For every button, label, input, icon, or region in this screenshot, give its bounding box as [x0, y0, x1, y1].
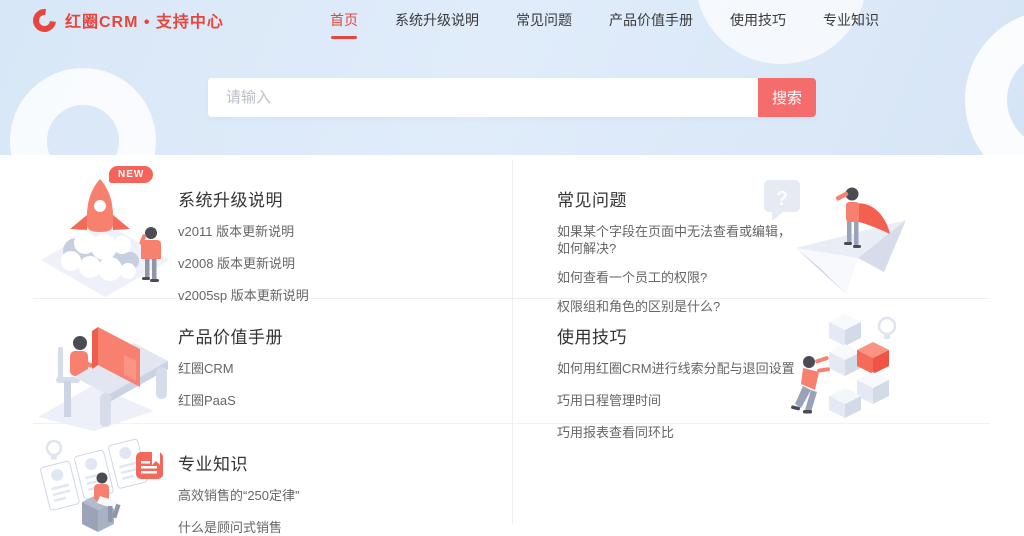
- link-250-rule[interactable]: 高效销售的“250定律”: [178, 487, 512, 504]
- link-lead-assignment[interactable]: 如何用红圈CRM进行线索分配与退回设置: [557, 360, 990, 377]
- search-input[interactable]: [208, 78, 758, 117]
- decor-ring-right: [965, 10, 1024, 155]
- nav-item-expertise[interactable]: 专业知识: [823, 10, 879, 30]
- lightbulb-small-icon: [47, 441, 61, 455]
- nav-item-value-handbook[interactable]: 产品价值手册: [609, 10, 693, 30]
- card-title-upgrade: 系统升级说明: [178, 186, 512, 211]
- card-product-value: 产品价值手册 红圈CRM 红圈PaaS: [33, 299, 513, 424]
- nav-item-upgrade-notes[interactable]: 系统升级说明: [395, 10, 479, 30]
- documents-illustration: [36, 436, 176, 536]
- search-button[interactable]: 搜索: [758, 78, 816, 117]
- lightbulb-icon: [879, 318, 895, 334]
- link-schedule-management[interactable]: 巧用日程管理时间: [557, 392, 990, 409]
- nav-item-home[interactable]: 首页: [330, 10, 358, 30]
- card-system-upgrade: NEW: [33, 160, 513, 299]
- link-hongquan-paas[interactable]: 红圈PaaS: [178, 392, 512, 409]
- link-v2011-notes[interactable]: v2011 版本更新说明: [178, 223, 512, 240]
- new-badge: NEW: [109, 166, 153, 183]
- nav-item-usage-tips[interactable]: 使用技巧: [730, 10, 786, 30]
- nav-item-faq[interactable]: 常见问题: [516, 10, 572, 30]
- red-document-icon: [136, 452, 163, 479]
- link-hongquan-crm[interactable]: 红圈CRM: [178, 360, 512, 377]
- link-v2008-notes[interactable]: v2008 版本更新说明: [178, 255, 512, 272]
- card-title-value: 产品价值手册: [178, 323, 512, 348]
- paper-plane-illustration: ?: [762, 172, 912, 296]
- brand-title: 红圈CRM • 支持中心: [65, 8, 224, 32]
- red-ring-logo-icon: [28, 4, 60, 36]
- content-grid: NEW: [33, 160, 990, 524]
- search-bar: 搜索: [208, 78, 816, 117]
- card-title-tips: 使用技巧: [557, 323, 990, 348]
- main-nav: 首页 系统升级说明 常见问题 产品价值手册 使用技巧 专业知识: [330, 10, 879, 30]
- card-faq: ? 常见问题 如果某个字段在页面中无法查看或编辑，如何解决? 如何查看一个员工的…: [513, 160, 990, 299]
- decor-ring-left: [10, 68, 156, 155]
- rocket-illustration: [38, 173, 173, 298]
- brand-logo[interactable]: 红圈CRM • 支持中心: [33, 8, 224, 32]
- card-expertise: 专业知识 高效销售的“250定律” 什么是顾问式销售: [33, 424, 513, 524]
- empty-cell: [513, 424, 990, 524]
- workstation-illustration: [36, 313, 176, 431]
- hero-section: 红圈CRM • 支持中心 首页 系统升级说明 常见问题 产品价值手册 使用技巧 …: [0, 0, 1024, 155]
- link-consultative-selling[interactable]: 什么是顾问式销售: [178, 519, 512, 536]
- cubes-illustration: [775, 314, 900, 422]
- card-title-knowledge: 专业知识: [178, 450, 512, 475]
- card-usage-tips: 使用技巧 如何用红圈CRM进行线索分配与退回设置 巧用日程管理时间 巧用报表查看…: [513, 299, 990, 424]
- question-bubble-icon: ?: [776, 188, 788, 210]
